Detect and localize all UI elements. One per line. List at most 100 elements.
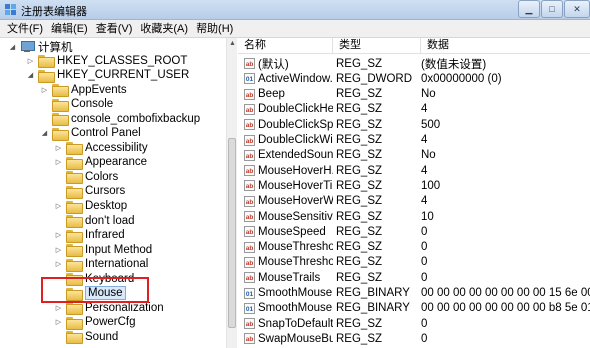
minimize-button[interactable]: ▁ [518,0,540,18]
expand-icon[interactable]: ▷ [54,231,63,240]
list-row[interactable]: abExtendedSoun...REG_SZ No [238,148,590,163]
expand-icon[interactable]: ▷ [54,143,63,152]
menu-edit[interactable]: 编辑(E) [47,20,92,38]
value-name: DoubleClickHe... [258,103,333,116]
list-row[interactable]: ab MouseHoverH... REG_SZ 4 [238,163,590,178]
tree-node[interactable]: ▷ PowerCfg [54,315,136,330]
tree-node[interactable]: ▷ Desktop [54,199,127,214]
expand-icon[interactable]: ▷ [40,85,49,94]
registry-editor-icon [5,4,16,15]
list-row[interactable]: ab Beep REG_SZ No [238,87,590,102]
tree-node[interactable]: console_combofixbackup [40,111,200,127]
tree-node[interactable]: ▷ AppEvents [40,82,127,98]
expand-icon[interactable]: ▷ [54,245,63,254]
tree-node[interactable]: ◢ HKEY_CURRENT_USER [26,68,189,83]
tree-node[interactable]: ▷ Infrared [54,228,125,243]
tree-node[interactable]: ◢ Control Panel [40,126,141,141]
value-name: DoubleClickSp... [258,118,333,131]
tree-label: HKEY_CLASSES_ROOT [57,54,188,67]
window-controls: ▁ □ ✕ [517,0,590,18]
value-name: ExtendedSoun... [258,149,333,162]
cell-name: abDoubleClickWi... [238,134,333,146]
collapse-icon[interactable]: ◢ [8,42,17,51]
tree-node[interactable]: ▷ International [54,257,148,272]
no-expander [54,172,63,181]
string-value-icon: ab [244,272,255,284]
list-row[interactable]: abMouseHoverTi...REG_SZ 100 [238,178,590,193]
tree-label: Appearance [85,156,148,169]
tree-label: Console [71,98,114,111]
value-type: REG_SZ [336,256,383,269]
list-row[interactable]: 01SmoothMouse...REG_BINARY 00 00 00 00 00… [238,301,590,316]
list-row[interactable]: abDoubleClickSp...REG_SZ 500 [238,117,590,132]
cell-name: abMouseHoverW... [238,195,333,207]
value-name: ActiveWindow... [258,72,333,85]
tree-node[interactable]: ▷ Appearance [54,155,147,170]
tree-node[interactable]: Sound [54,329,118,345]
column-name-header[interactable]: 名称 [238,38,333,54]
tree-scrollbar[interactable]: ▲ [226,38,237,348]
collapse-icon[interactable]: ◢ [40,129,49,138]
menu-view[interactable]: 查看(V) [92,20,137,38]
list-row[interactable]: 01SmoothMouse...REG_BINARY 00 00 00 00 00… [238,286,590,301]
value-type: REG_SZ [336,179,383,192]
list-row[interactable]: abSnapToDefault...REG_SZ 0 [238,316,590,331]
no-expander [54,332,63,341]
values-list[interactable]: 名称 类型 数据 ab (默认) REG_SZ (数值未设置) 01 ActiveWind… [238,38,590,348]
scroll-thumb[interactable] [228,138,236,328]
list-row[interactable]: abMouseThresho...REG_SZ 0 [238,255,590,270]
menu-favorites[interactable]: 收藏夹(A) [136,20,192,38]
cell-name: abDoubleClickSp... [238,119,333,131]
value-data: 100 [421,179,441,192]
value-data: 4 [421,134,428,146]
maximize-button[interactable]: □ [541,0,563,18]
value-name: (默认) [258,58,289,71]
list-row[interactable]: ab MouseSpeed REG_SZ 0 [238,224,590,239]
list-row[interactable]: abMouseSensitivityREG_SZ 10 [238,209,590,224]
list-row[interactable]: abDoubleClickHe...REG_SZ 4 [238,102,590,117]
window-title: 注册表编辑器 [21,6,87,18]
expand-icon[interactable]: ▷ [54,158,63,167]
tree-node[interactable]: don't load [54,213,135,229]
list-row[interactable]: abMouseThresho...REG_SZ 0 [238,240,590,255]
list-row[interactable]: ab (默认) REG_SZ (数值未设置) [238,56,590,71]
tree-node[interactable]: ▷ Accessibility [54,140,148,156]
no-expander [40,100,49,109]
tree-label: Control Panel [71,127,141,140]
expand-icon[interactable]: ▷ [54,202,63,211]
value-type: REG_SZ [336,134,383,146]
list-row[interactable]: ab MouseTrails REG_SZ 0 [238,270,590,285]
menu-file[interactable]: 文件(F) [3,20,47,38]
value-name: DoubleClickWi... [258,134,333,146]
list-row[interactable]: 01 ActiveWindow... REG_DWORD 0x00000000 (0) [238,71,590,86]
tree-node-computer[interactable]: ◢ 计算机 [8,39,73,54]
value-name: MouseHoverH... [258,164,333,177]
list-row[interactable]: abSwapMouseBu...REG_SZ 0 [238,331,590,346]
expand-icon[interactable]: ▷ [54,318,63,327]
list-row[interactable]: abMouseHoverW...REG_SZ 4 [238,194,590,209]
value-type: REG_SZ [336,164,383,177]
column-type-header[interactable]: 类型 [333,38,421,54]
folder-icon [52,127,69,141]
cell-name: abSwapMouseBu... [238,333,333,345]
tree-label: PowerCfg [85,316,136,329]
expand-icon[interactable]: ▷ [54,303,63,312]
value-data: 0 [421,225,428,238]
tree-node[interactable]: ▷ HKEY_CLASSES_ROOT [26,53,187,68]
value-type: REG_BINARY [336,287,410,299]
tree-node[interactable]: Console [40,97,113,112]
string-value-icon: ab [244,103,255,115]
scroll-up-icon[interactable]: ▲ [227,38,238,49]
list-row[interactable]: abDoubleClickWi...REG_SZ 4 [238,133,590,148]
tree-node[interactable]: Cursors [54,184,125,199]
close-button[interactable]: ✕ [564,0,590,18]
expand-icon[interactable]: ▷ [26,56,35,65]
column-data-header[interactable]: 数据 [421,38,590,54]
tree-node[interactable]: Colors [54,169,118,185]
value-data: 00 00 00 00 00 00 00 00 15 6e 00 00 00 [421,287,590,299]
collapse-icon[interactable]: ◢ [26,71,35,80]
tree-node[interactable]: ▷ Input Method [54,242,152,258]
value-name: SmoothMouse... [258,287,333,299]
expand-icon[interactable]: ▷ [54,260,63,269]
menu-help[interactable]: 帮助(H) [192,20,237,38]
